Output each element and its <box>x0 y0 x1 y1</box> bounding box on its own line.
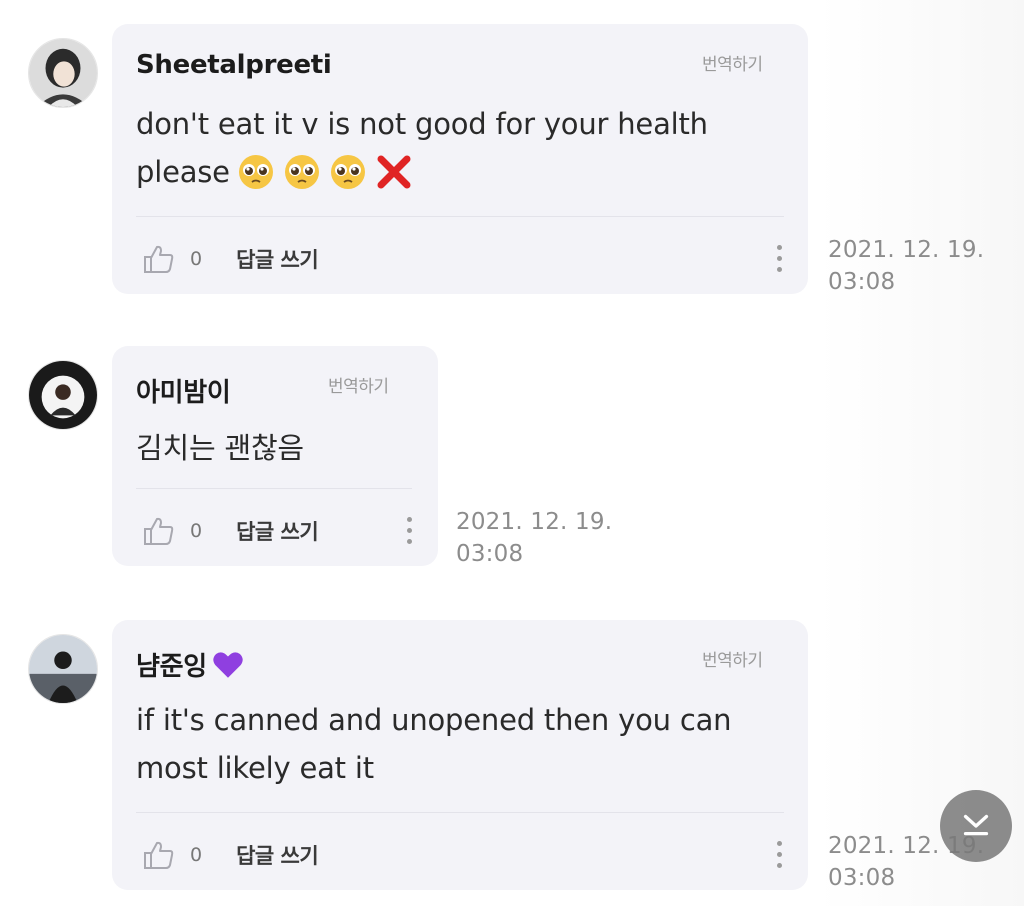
scroll-to-bottom-button[interactable] <box>940 790 1012 862</box>
reply-button[interactable]: 답글 쓰기 <box>236 516 319 546</box>
divider <box>136 216 784 217</box>
comment-text: don't eat it v is not good for your heal… <box>136 100 708 196</box>
comment-bubble: Sheetalpreeti 번역하기 don't eat it v is not… <box>112 24 808 294</box>
more-options-icon[interactable] <box>402 510 416 550</box>
reply-button[interactable]: 답글 쓰기 <box>236 244 319 274</box>
comment-text-line: most likely eat it <box>136 751 374 785</box>
comment-text-line-2: please <box>136 148 708 196</box>
timestamp-time: 03:08 <box>828 865 896 891</box>
comment-text: if it's canned and unopened then you can… <box>136 696 732 792</box>
timestamp-time: 03:08 <box>828 269 896 295</box>
like-count: 0 <box>190 248 203 270</box>
comment-actions: 0 답글 쓰기 <box>142 838 319 872</box>
more-options-icon[interactable] <box>772 834 786 874</box>
like-button[interactable]: 0 <box>142 839 202 871</box>
comment-text-line: don't eat it v is not good for your heal… <box>136 107 708 141</box>
thumbs-up-icon <box>144 517 174 545</box>
pleading-face-icon <box>330 155 365 189</box>
comment-author[interactable]: 냠준잉 <box>136 646 245 683</box>
avatar[interactable] <box>28 38 98 108</box>
avatar[interactable] <box>28 360 98 430</box>
comment-bubble: 냠준잉 번역하기 if it's canned and unopened the… <box>112 620 808 890</box>
comment-text-line: 김치는 괜찮음 <box>136 431 304 465</box>
like-count: 0 <box>190 520 203 542</box>
comment-author[interactable]: 아미밤이 <box>136 372 231 409</box>
scroll-to-bottom-icon <box>963 814 989 836</box>
comment-actions: 0 답글 쓰기 <box>142 514 319 548</box>
timestamp-date: 2021. 12. 19. <box>456 509 613 535</box>
comment-author[interactable]: Sheetalpreeti <box>136 50 332 80</box>
like-button[interactable]: 0 <box>142 515 202 547</box>
purple-heart-icon <box>213 651 243 678</box>
comment-bubble: 아미밤이 번역하기 김치는 괜찮음 0 답글 쓰기 <box>112 346 438 566</box>
comment-text-line: please <box>136 155 230 189</box>
timestamp: 2021. 12. 19. 03:08 <box>828 234 984 298</box>
timestamp-time: 03:08 <box>456 541 524 567</box>
divider <box>136 812 784 813</box>
more-options-icon[interactable] <box>772 238 786 278</box>
translate-button[interactable]: 번역하기 <box>328 372 389 397</box>
timestamp: 2021. 12. 19. 03:08 <box>456 506 612 570</box>
comment-actions: 0 답글 쓰기 <box>142 242 319 276</box>
pleading-face-icon <box>284 155 319 189</box>
comment-text-line: if it's canned and unopened then you can <box>136 703 732 737</box>
comment-thread: Sheetalpreeti 번역하기 don't eat it v is not… <box>0 0 1024 906</box>
timestamp-date: 2021. 12. 19. <box>828 237 985 263</box>
translate-button[interactable]: 번역하기 <box>702 50 763 75</box>
red-cross-mark-icon <box>377 155 411 189</box>
comment-author-name: 냠준잉 <box>136 652 207 682</box>
divider <box>136 488 412 489</box>
avatar[interactable] <box>28 634 98 704</box>
translate-button[interactable]: 번역하기 <box>702 646 763 671</box>
comment-text: 김치는 괜찮음 <box>136 424 304 472</box>
pleading-face-icon <box>238 155 273 189</box>
reply-button[interactable]: 답글 쓰기 <box>236 840 319 870</box>
thumbs-up-icon <box>144 841 174 869</box>
thumbs-up-icon <box>144 245 174 273</box>
like-button[interactable]: 0 <box>142 243 202 275</box>
like-count: 0 <box>190 844 203 866</box>
